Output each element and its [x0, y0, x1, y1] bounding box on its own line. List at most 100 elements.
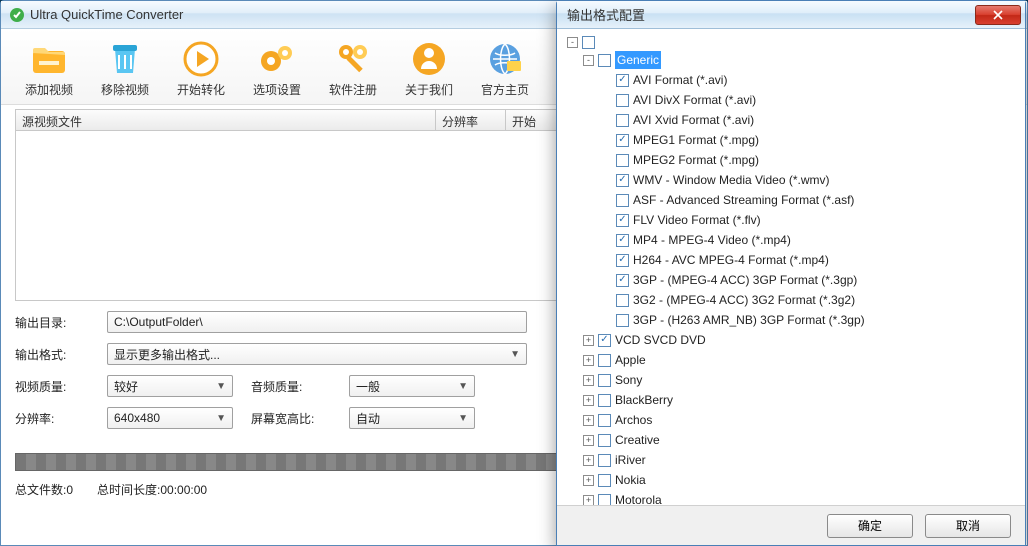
- tree-label: Motorola: [615, 491, 662, 505]
- tree-label: MPEG2 Format (*.mpg): [633, 151, 759, 169]
- tree-item[interactable]: +Creative: [565, 430, 1017, 450]
- checkbox[interactable]: [616, 74, 629, 87]
- checkbox[interactable]: [616, 314, 629, 327]
- checkbox[interactable]: [598, 54, 611, 67]
- expand-icon[interactable]: +: [583, 375, 594, 386]
- chevron-down-icon: ▼: [458, 381, 468, 392]
- collapse-icon[interactable]: -: [583, 55, 594, 66]
- checkbox[interactable]: [616, 174, 629, 187]
- expand-icon[interactable]: +: [583, 395, 594, 406]
- video-quality-combo[interactable]: 较好 ▼: [107, 375, 233, 397]
- tree-item[interactable]: +Sony: [565, 370, 1017, 390]
- checkbox[interactable]: [582, 36, 595, 49]
- checkbox[interactable]: [616, 94, 629, 107]
- expand-icon[interactable]: +: [583, 335, 594, 346]
- cancel-button[interactable]: 取消: [925, 514, 1011, 538]
- output-format-combo[interactable]: 显示更多输出格式... ▼: [107, 343, 527, 365]
- toolbar-homepage[interactable]: 官方主页: [477, 39, 533, 98]
- expand-icon[interactable]: +: [583, 495, 594, 506]
- dialog-body: --GenericAVI Format (*.avi)AVI DivX Form…: [557, 29, 1025, 505]
- app-icon: [9, 7, 25, 23]
- col-source[interactable]: 源视频文件: [16, 110, 436, 130]
- aspect-label: 屏幕宽高比:: [251, 410, 331, 427]
- tree-item[interactable]: AVI Format (*.avi): [565, 70, 1017, 90]
- toolbar-remove-video[interactable]: 移除视频: [97, 39, 153, 98]
- chevron-down-icon: ▼: [510, 349, 520, 360]
- expand-icon[interactable]: +: [583, 435, 594, 446]
- tree-item[interactable]: + BlackBerry: [565, 390, 1017, 410]
- tree-item[interactable]: 3GP - (MPEG-4 ACC) 3GP Format (*.3gp): [565, 270, 1017, 290]
- about-icon: [409, 39, 449, 79]
- expand-icon[interactable]: +: [583, 455, 594, 466]
- tree-item[interactable]: +Apple: [565, 350, 1017, 370]
- tree-item[interactable]: +Archos: [565, 410, 1017, 430]
- collapse-icon[interactable]: -: [567, 37, 578, 48]
- tree-label: 3GP - (MPEG-4 ACC) 3GP Format (*.3gp): [633, 271, 857, 289]
- toolbar-options[interactable]: 选项设置: [249, 39, 305, 98]
- tree-item[interactable]: H264 - AVC MPEG-4 Format (*.mp4): [565, 250, 1017, 270]
- tree-item[interactable]: +Nokia: [565, 470, 1017, 490]
- checkbox[interactable]: [616, 154, 629, 167]
- toolbar-start-convert[interactable]: 开始转化: [173, 39, 229, 98]
- checkbox[interactable]: [616, 294, 629, 307]
- close-button[interactable]: [975, 5, 1021, 25]
- tree-item[interactable]: ASF - Advanced Streaming Format (*.asf): [565, 190, 1017, 210]
- chevron-down-icon: ▼: [216, 381, 226, 392]
- checkbox[interactable]: [598, 334, 611, 347]
- resolution-combo[interactable]: 640x480 ▼: [107, 407, 233, 429]
- tree-item[interactable]: + VCD SVCD DVD: [565, 330, 1017, 350]
- checkbox[interactable]: [616, 214, 629, 227]
- checkbox[interactable]: [616, 134, 629, 147]
- col-resolution[interactable]: 分辨率: [436, 110, 506, 130]
- tree-item[interactable]: 3G2 - (MPEG-4 ACC) 3G2 Format (*.3g2): [565, 290, 1017, 310]
- checkbox[interactable]: [616, 234, 629, 247]
- globe-icon: [485, 39, 525, 79]
- checkbox[interactable]: [598, 454, 611, 467]
- checkbox[interactable]: [598, 434, 611, 447]
- toolbar-about[interactable]: 关于我们: [401, 39, 457, 98]
- tree-item[interactable]: AVI Xvid Format (*.avi): [565, 110, 1017, 130]
- checkbox[interactable]: [616, 254, 629, 267]
- tree-item[interactable]: -Generic: [565, 50, 1017, 70]
- tree-label: VCD SVCD DVD: [615, 331, 706, 349]
- checkbox[interactable]: [598, 394, 611, 407]
- expand-icon[interactable]: +: [583, 355, 594, 366]
- checkbox[interactable]: [598, 494, 611, 506]
- output-dir-field[interactable]: C:\OutputFolder\: [107, 311, 527, 333]
- tree-item[interactable]: FLV Video Format (*.flv): [565, 210, 1017, 230]
- audio-quality-combo[interactable]: 一般 ▼: [349, 375, 475, 397]
- format-tree[interactable]: --GenericAVI Format (*.avi)AVI DivX Form…: [565, 35, 1017, 505]
- tree-item[interactable]: AVI DivX Format (*.avi): [565, 90, 1017, 110]
- tree-item[interactable]: + Motorola: [565, 490, 1017, 505]
- tree-item[interactable]: MPEG2 Format (*.mpg): [565, 150, 1017, 170]
- checkbox[interactable]: [616, 194, 629, 207]
- checkbox[interactable]: [598, 474, 611, 487]
- folder-icon: [29, 39, 69, 79]
- tree-label: BlackBerry: [615, 391, 673, 409]
- checkbox[interactable]: [598, 354, 611, 367]
- tree-item[interactable]: +iRiver: [565, 450, 1017, 470]
- tree-label: 3GP - (H263 AMR_NB) 3GP Format (*.3gp): [633, 311, 865, 329]
- toolbar-label: 移除视频: [101, 81, 149, 98]
- toolbar-add-video[interactable]: 添加视频: [21, 39, 77, 98]
- col-start[interactable]: 开始: [506, 110, 562, 130]
- tree-item[interactable]: MPEG1 Format (*.mpg): [565, 130, 1017, 150]
- checkbox[interactable]: [616, 274, 629, 287]
- dialog-titlebar[interactable]: 输出格式配置: [557, 1, 1025, 29]
- tree-item[interactable]: -: [565, 35, 1017, 50]
- ok-button[interactable]: 确定: [827, 514, 913, 538]
- checkbox[interactable]: [598, 414, 611, 427]
- aspect-combo[interactable]: 自动 ▼: [349, 407, 475, 429]
- toolbar-label: 添加视频: [25, 81, 73, 98]
- expand-icon[interactable]: +: [583, 475, 594, 486]
- tree-item[interactable]: 3GP - (H263 AMR_NB) 3GP Format (*.3gp): [565, 310, 1017, 330]
- expand-icon[interactable]: +: [583, 415, 594, 426]
- checkbox[interactable]: [616, 114, 629, 127]
- checkbox[interactable]: [598, 374, 611, 387]
- chevron-down-icon: ▼: [458, 413, 468, 424]
- toolbar-register[interactable]: 软件注册: [325, 39, 381, 98]
- tree-label: AVI DivX Format (*.avi): [633, 91, 756, 109]
- tree-item[interactable]: WMV - Window Media Video (*.wmv): [565, 170, 1017, 190]
- tree-item[interactable]: MP4 - MPEG-4 Video (*.mp4): [565, 230, 1017, 250]
- dialog-title: 输出格式配置: [567, 5, 645, 24]
